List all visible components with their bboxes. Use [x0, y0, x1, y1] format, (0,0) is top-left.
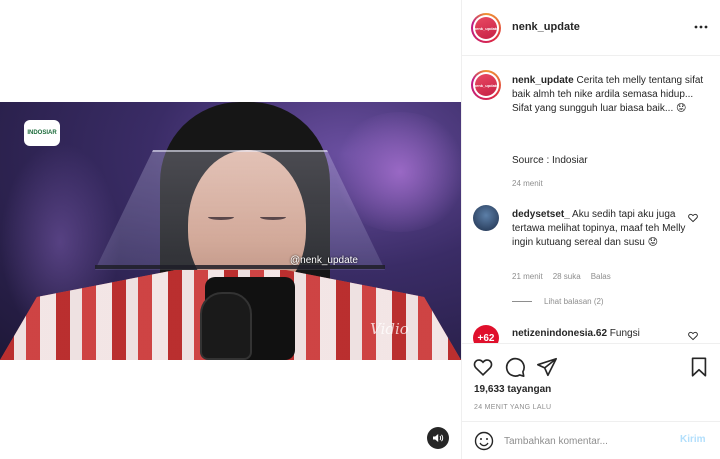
like-comment-heart-icon[interactable] — [688, 213, 698, 223]
avatar-text: nenk_update — [473, 25, 499, 31]
caption-username[interactable]: nenk_update — [512, 75, 574, 86]
microphone — [200, 292, 252, 360]
commenter-username[interactable]: netizenindonesia.62 — [512, 328, 607, 339]
post-media-area: INDOSIAR @nenk_update Vidio — [0, 0, 461, 459]
comments-list[interactable]: nenk_update nenk_update Cerita teh melly… — [462, 57, 720, 343]
add-comment-form: Kirim — [462, 421, 720, 459]
comment-time[interactable]: 21 menit — [512, 272, 543, 281]
replies-divider — [512, 301, 532, 302]
view-count[interactable]: 19,633 tayangan — [474, 384, 551, 395]
caption-source: Source : Indosiar — [512, 155, 588, 166]
post-side-panel: nenk_update nenk_update nenk_update nenk… — [461, 0, 720, 459]
video-watermark: @nenk_update — [290, 255, 358, 266]
post-header: nenk_update nenk_update — [462, 0, 720, 56]
comment-bubble-icon[interactable] — [504, 356, 526, 378]
view-replies-button[interactable]: Lihat balasan (2) — [512, 297, 604, 306]
caption-text: nenk_update Cerita teh melly tentang sif… — [512, 74, 712, 116]
view-replies-label: Lihat balasan (2) — [544, 297, 604, 306]
comment-text: netizenindonesia.62 Fungsi — [512, 327, 692, 341]
save-bookmark-icon[interactable] — [688, 356, 710, 378]
avatar-text: nenk_update — [473, 82, 499, 88]
comment-text: dedysetset_ Aku sedih tapi aku juga tert… — [512, 208, 692, 250]
channel-logo-text: INDOSIAR — [27, 130, 57, 136]
post-actions: 19,633 tayangan 24 MENIT YANG LALU — [462, 343, 720, 427]
post-timestamp[interactable]: 24 MENIT YANG LALU — [474, 404, 551, 411]
caption-timestamp[interactable]: 24 menit — [512, 179, 543, 188]
commenter-username[interactable]: dedysetset_ — [512, 209, 570, 220]
commenter-avatar[interactable]: +62 — [473, 325, 499, 343]
video-player[interactable]: INDOSIAR @nenk_update Vidio — [0, 102, 461, 360]
caption-author-avatar[interactable]: nenk_update — [471, 70, 501, 100]
commenter-avatar-text: +62 — [477, 332, 495, 344]
channel-logo: INDOSIAR — [24, 120, 60, 146]
like-comment-heart-icon[interactable] — [688, 331, 698, 341]
more-horizontal-icon[interactable] — [694, 22, 708, 32]
emoji-smiley-icon[interactable] — [474, 431, 494, 451]
author-username[interactable]: nenk_update — [512, 21, 580, 33]
comment-body: Fungsi — [607, 328, 640, 339]
post-comment-button[interactable]: Kirim — [680, 434, 706, 445]
like-heart-icon[interactable] — [472, 356, 494, 378]
reply-button[interactable]: Balas — [591, 272, 611, 281]
commenter-avatar[interactable] — [473, 205, 499, 231]
video-overlay-word: Vidio — [370, 320, 409, 338]
comment-meta: 21 menit 28 suka Balas — [512, 272, 621, 281]
mute-button[interactable] — [427, 427, 449, 449]
speaker-icon — [433, 434, 444, 442]
author-avatar[interactable]: nenk_update — [471, 13, 501, 43]
comment-input[interactable] — [504, 431, 664, 451]
comment-likes[interactable]: 28 suka — [553, 272, 581, 281]
share-send-icon[interactable] — [536, 356, 558, 378]
